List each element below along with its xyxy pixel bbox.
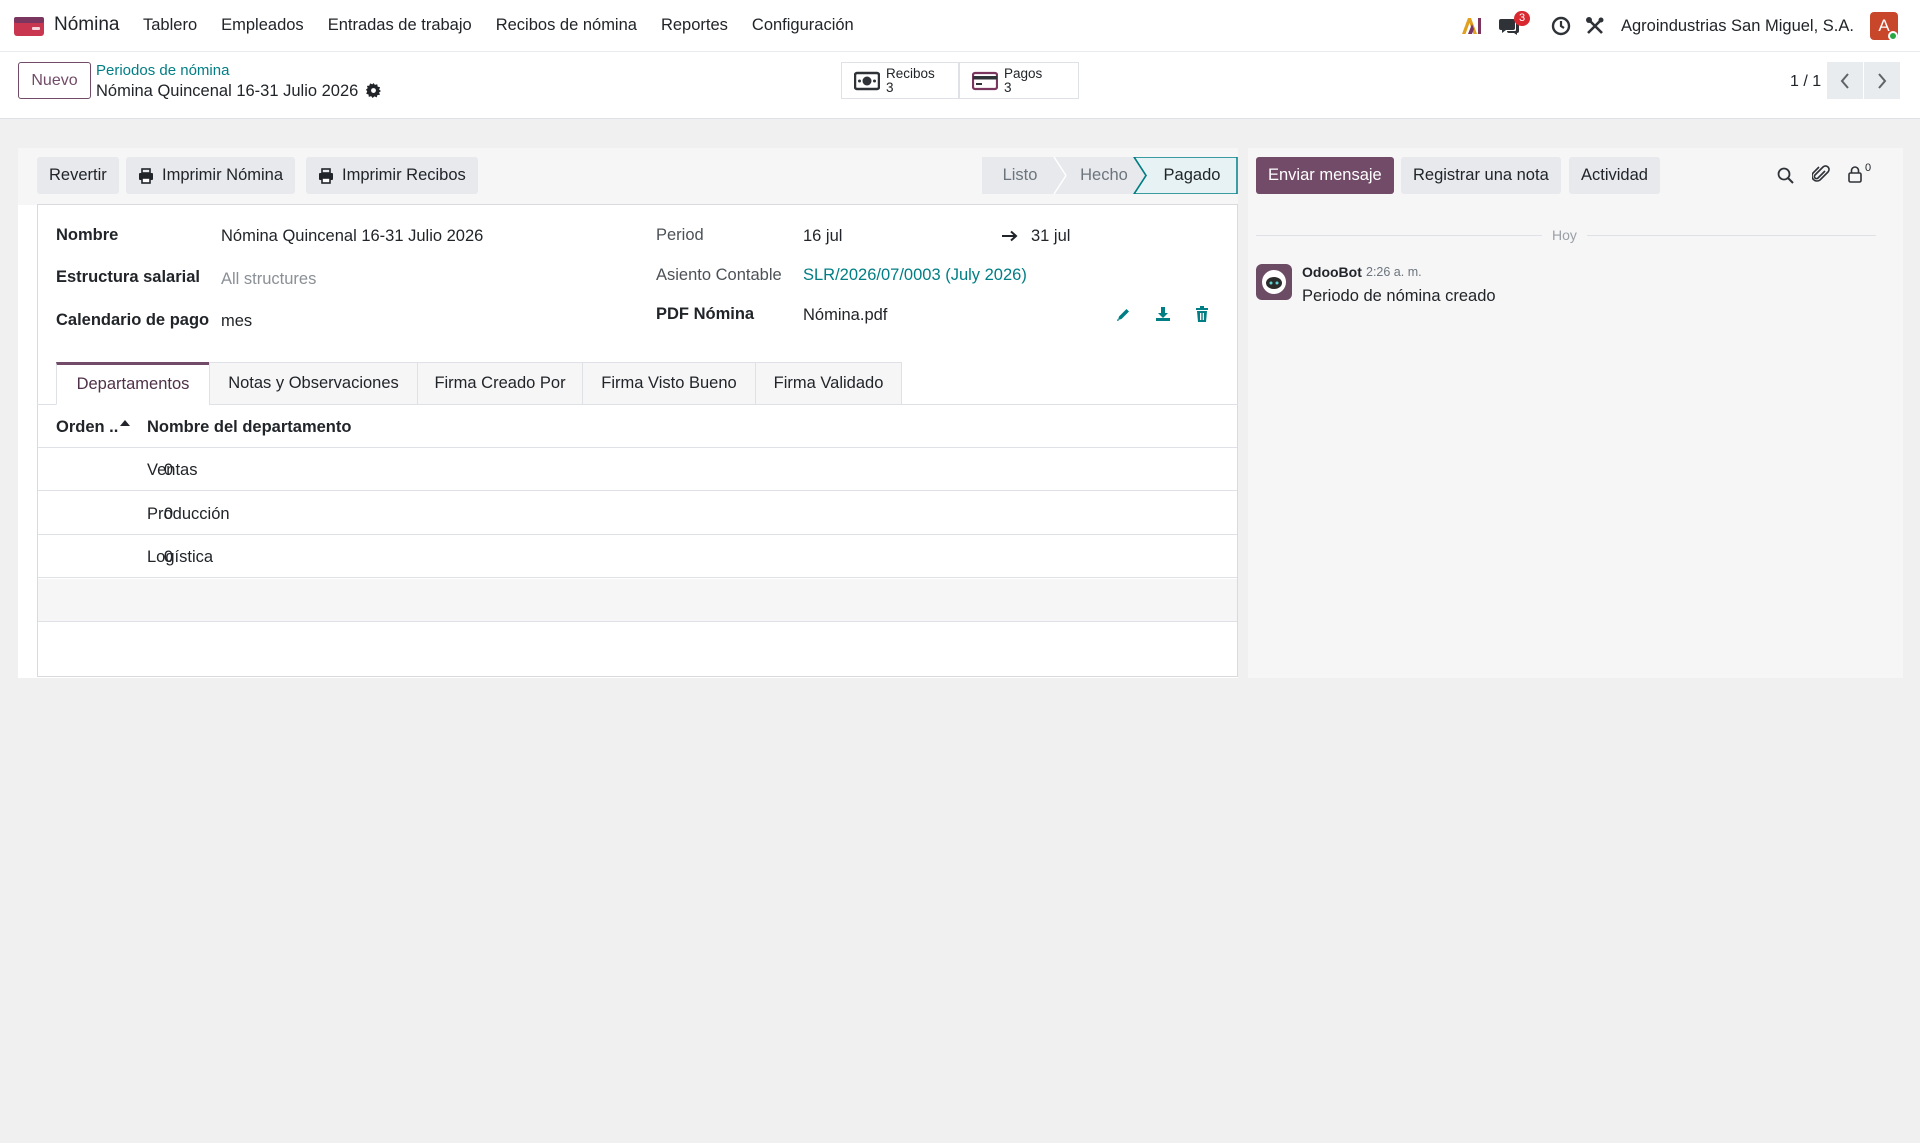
credit-card-icon bbox=[972, 71, 998, 91]
menu-recibos-nomina[interactable]: Recibos de nómina bbox=[496, 16, 637, 35]
smart-button-label: Recibos bbox=[886, 65, 935, 81]
ai-icon[interactable] bbox=[1460, 12, 1482, 40]
chevron-right-icon bbox=[1876, 72, 1888, 90]
pager-next-button[interactable] bbox=[1864, 62, 1900, 99]
date-separator-label: Hoy bbox=[1552, 227, 1577, 243]
menu-configuracion[interactable]: Configuración bbox=[752, 16, 854, 35]
message-time: 2:26 a. m. bbox=[1366, 265, 1422, 279]
clock-icon[interactable] bbox=[1551, 12, 1571, 40]
gear-icon[interactable] bbox=[366, 83, 381, 98]
field-period-end[interactable]: 31 jul bbox=[1031, 227, 1070, 246]
breadcrumb-current: Nómina Quincenal 16-31 Julio 2026 bbox=[96, 82, 359, 100]
messages-badge: 3 bbox=[1514, 11, 1531, 26]
download-icon[interactable] bbox=[1155, 306, 1171, 322]
printer-icon bbox=[318, 167, 342, 184]
pager-value[interactable]: 1 / 1 bbox=[1790, 73, 1821, 91]
cell-nombre: Producción bbox=[147, 505, 230, 523]
date-separator-line bbox=[1587, 235, 1876, 236]
table-row[interactable]: 0 Logística bbox=[38, 535, 1237, 578]
online-status-dot bbox=[1888, 31, 1898, 41]
menu-reportes[interactable]: Reportes bbox=[661, 16, 728, 35]
stage-pagado[interactable]: Pagado bbox=[1146, 157, 1238, 194]
tab-firma-validado[interactable]: Firma Validado bbox=[755, 362, 902, 405]
pager-previous-button[interactable] bbox=[1827, 62, 1863, 99]
print-payroll-button[interactable]: Imprimir Nómina bbox=[126, 157, 296, 194]
table-empty-row bbox=[38, 579, 1237, 622]
field-nombre[interactable]: Nómina Quincenal 16-31 Julio 2026 bbox=[221, 227, 483, 246]
field-period-start[interactable]: 16 jul bbox=[803, 227, 842, 246]
smart-button-count: 3 bbox=[1004, 79, 1012, 95]
edit-pencil-icon[interactable] bbox=[1116, 307, 1131, 322]
menu-entradas-trabajo[interactable]: Entradas de trabajo bbox=[328, 16, 472, 35]
field-pdf-nomina[interactable]: Nómina.pdf bbox=[803, 306, 887, 325]
table-row[interactable]: 0 Producción bbox=[38, 492, 1237, 535]
search-icon[interactable] bbox=[1777, 167, 1794, 184]
field-label-nombre: Nombre bbox=[56, 226, 119, 244]
trash-icon[interactable] bbox=[1195, 306, 1209, 322]
tab-firma-creado-por[interactable]: Firma Creado Por bbox=[417, 362, 583, 405]
app-name[interactable]: Nómina bbox=[54, 14, 119, 36]
field-label-estructura: Estructura salarial bbox=[56, 268, 200, 286]
smart-button-pagos[interactable]: Pagos 3 bbox=[959, 62, 1079, 99]
field-estructura-salarial[interactable]: All structures bbox=[221, 270, 316, 289]
tab-departamentos[interactable]: Departamentos bbox=[56, 362, 210, 405]
cell-nombre: Ventas bbox=[147, 461, 198, 479]
stage-hecho[interactable]: Hecho bbox=[1066, 157, 1142, 194]
field-label-asiento: Asiento Contable bbox=[656, 266, 782, 284]
paperclip-icon[interactable] bbox=[1812, 165, 1830, 184]
field-calendario-pago[interactable]: mes bbox=[221, 312, 252, 331]
message-body: Periodo de nómina creado bbox=[1302, 287, 1496, 305]
date-separator-line bbox=[1256, 235, 1542, 236]
table-empty-row bbox=[38, 622, 1237, 675]
followers-count: 0 bbox=[1865, 162, 1872, 174]
control-panel: Nuevo Periodos de nómina Nómina Quincena… bbox=[0, 52, 1920, 119]
column-header-orden[interactable]: Orden .. bbox=[56, 418, 118, 437]
field-label-pdf: PDF Nómina bbox=[656, 305, 755, 323]
tab-notas-observaciones[interactable]: Notas y Observaciones bbox=[209, 362, 418, 405]
tab-firma-visto-bueno[interactable]: Firma Visto Bueno bbox=[582, 362, 756, 405]
field-asiento-contable[interactable]: SLR/2026/07/0003 (July 2026) bbox=[803, 266, 1027, 285]
activity-button[interactable]: Actividad bbox=[1569, 157, 1660, 194]
top-navbar: Nómina Tablero Empleados Entradas de tra… bbox=[0, 0, 1920, 52]
smart-button-count: 3 bbox=[886, 79, 894, 95]
revert-button-label: Revertir bbox=[49, 166, 107, 184]
money-icon bbox=[854, 71, 880, 91]
chevron-left-icon bbox=[1839, 72, 1851, 90]
empty-workspace bbox=[0, 705, 1920, 1143]
send-message-button[interactable]: Enviar mensaje bbox=[1256, 157, 1394, 194]
sort-up-icon[interactable] bbox=[120, 420, 130, 426]
tools-icon[interactable] bbox=[1585, 12, 1605, 40]
print-payroll-label: Imprimir Nómina bbox=[162, 166, 284, 184]
print-receipts-label: Imprimir Recibos bbox=[342, 166, 466, 184]
column-header-nombre-departamento[interactable]: Nombre del departamento bbox=[147, 418, 351, 437]
stage-listo[interactable]: Listo bbox=[982, 157, 1058, 194]
revert-button[interactable]: Revertir bbox=[37, 157, 119, 194]
new-button[interactable]: Nuevo bbox=[18, 62, 91, 99]
company-switcher[interactable]: Agroindustrias San Miguel, S.A. bbox=[1621, 17, 1854, 36]
payroll-app-icon[interactable] bbox=[14, 15, 44, 37]
log-note-button[interactable]: Registrar una nota bbox=[1401, 157, 1561, 194]
breadcrumb-parent[interactable]: Periodos de nómina bbox=[96, 62, 229, 79]
print-receipts-button[interactable]: Imprimir Recibos bbox=[306, 157, 478, 194]
followers-lock-icon[interactable] bbox=[1848, 166, 1862, 183]
menu-empleados[interactable]: Empleados bbox=[221, 16, 304, 35]
smart-button-label: Pagos bbox=[1004, 65, 1043, 81]
arrow-right-icon bbox=[1002, 229, 1019, 243]
field-label-period: Period bbox=[656, 226, 704, 244]
table-row[interactable]: 0 Ventas bbox=[38, 448, 1237, 491]
cell-nombre: Logística bbox=[147, 548, 214, 566]
menu-tablero[interactable]: Tablero bbox=[143, 16, 197, 35]
printer-icon bbox=[138, 167, 162, 184]
message-author[interactable]: OdooBot bbox=[1302, 264, 1362, 280]
smart-button-recibos[interactable]: Recibos 3 bbox=[841, 62, 959, 99]
table-header: Orden .. Nombre del departamento bbox=[38, 405, 1237, 448]
main-menu: Tablero Empleados Entradas de trabajo Re… bbox=[143, 16, 854, 35]
field-label-calendario: Calendario de pago bbox=[56, 311, 210, 329]
odoobot-avatar[interactable] bbox=[1256, 264, 1292, 300]
